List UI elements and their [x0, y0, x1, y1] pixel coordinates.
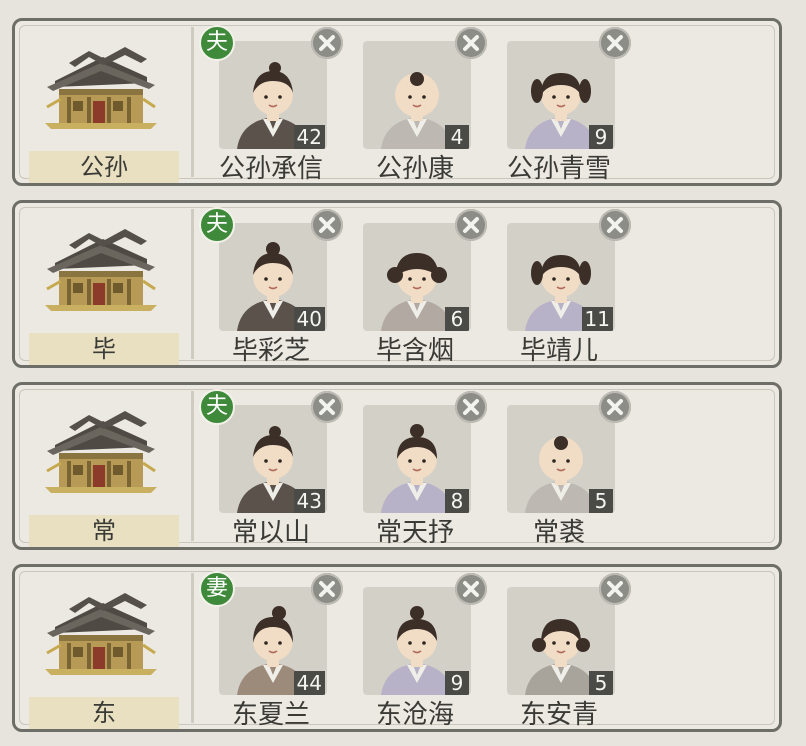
member-name: 毕彩芝 — [231, 336, 310, 366]
panel-divider — [191, 573, 194, 723]
remove-member-button[interactable] — [599, 27, 631, 59]
age-badge: 4 — [445, 125, 469, 149]
age-badge: 5 — [589, 671, 613, 695]
member-card[interactable]: 9 东沧海 — [345, 567, 487, 735]
close-icon — [311, 209, 343, 241]
member-name: 东沧海 — [375, 700, 454, 730]
spouse-role-badge: 夫 — [199, 389, 235, 425]
member-name: 常天抒 — [375, 518, 454, 548]
surname-plate: 毕 — [29, 333, 179, 365]
member-card[interactable]: 5 常裘 — [489, 385, 631, 553]
member-name: 东夏兰 — [231, 700, 310, 730]
member-card[interactable]: 9 公孙青雪 — [489, 21, 631, 189]
member-name: 毕含烟 — [375, 336, 454, 366]
age-badge: 9 — [589, 125, 613, 149]
remove-member-button[interactable] — [311, 27, 343, 59]
family-list: 公孙 42 公孙承信夫 4 公孙康 9 公孙青雪 毕 40 毕彩芝 夫 6 毕含… — [0, 0, 806, 746]
member-name: 公孙承信 — [218, 154, 323, 184]
spouse-role-badge: 夫 — [199, 207, 235, 243]
member-name: 毕靖儿 — [519, 336, 598, 366]
member-name: 东安青 — [519, 700, 598, 730]
close-icon — [311, 391, 343, 423]
remove-member-button[interactable] — [311, 391, 343, 423]
close-icon — [599, 209, 631, 241]
close-icon — [455, 391, 487, 423]
close-icon — [599, 27, 631, 59]
wooden-house-icon — [43, 37, 159, 133]
age-badge: 11 — [581, 307, 613, 331]
member-card[interactable]: 6 毕含烟 — [345, 203, 487, 371]
member-card[interactable]: 42 公孙承信 夫 — [199, 21, 343, 189]
member-card[interactable]: 11 毕靖儿 — [489, 203, 631, 371]
surname-plate: 公孙 — [29, 151, 179, 183]
spouse-role-badge: 夫 — [199, 25, 235, 61]
remove-member-button[interactable] — [455, 27, 487, 59]
close-icon — [311, 27, 343, 59]
age-badge: 40 — [293, 307, 325, 331]
close-icon — [311, 573, 343, 605]
family-panel: 公孙 42 公孙承信 夫 4 公孙康 9 公孙青雪 — [12, 18, 782, 186]
panel-divider — [191, 209, 194, 359]
surname-plate: 东 — [29, 697, 179, 729]
age-badge: 9 — [445, 671, 469, 695]
age-badge: 42 — [293, 125, 325, 149]
member-card[interactable]: 4 公孙康 — [345, 21, 487, 189]
age-badge: 6 — [445, 307, 469, 331]
surname-plate: 常 — [29, 515, 179, 547]
wooden-house-icon — [43, 219, 159, 315]
close-icon — [455, 573, 487, 605]
spouse-role-badge: 妻 — [199, 571, 235, 607]
member-card[interactable]: 43 常以山 夫 — [199, 385, 343, 553]
member-name: 公孙康 — [375, 154, 454, 184]
member-name: 公孙青雪 — [506, 154, 611, 184]
remove-member-button[interactable] — [599, 573, 631, 605]
wooden-house-icon — [43, 583, 159, 679]
remove-member-button[interactable] — [311, 209, 343, 241]
remove-member-button[interactable] — [599, 391, 631, 423]
member-card[interactable]: 44 东夏兰 妻 — [199, 567, 343, 735]
family-panel: 毕 40 毕彩芝 夫 6 毕含烟 11 毕靖儿 — [12, 200, 782, 368]
remove-member-button[interactable] — [599, 209, 631, 241]
close-icon — [455, 27, 487, 59]
close-icon — [599, 391, 631, 423]
member-card[interactable]: 40 毕彩芝 夫 — [199, 203, 343, 371]
age-badge: 43 — [293, 489, 325, 513]
wooden-house-icon — [43, 401, 159, 497]
age-badge: 8 — [445, 489, 469, 513]
age-badge: 5 — [589, 489, 613, 513]
family-panel: 东 44 东夏兰 妻 9 东沧海 5 东安青 — [12, 564, 782, 732]
close-icon — [455, 209, 487, 241]
member-card[interactable]: 5 东安青 — [489, 567, 631, 735]
panel-divider — [191, 391, 194, 541]
remove-member-button[interactable] — [455, 391, 487, 423]
member-name: 常裘 — [532, 518, 585, 548]
member-name: 常以山 — [231, 518, 310, 548]
remove-member-button[interactable] — [455, 573, 487, 605]
age-badge: 44 — [293, 671, 325, 695]
panel-divider — [191, 27, 194, 177]
close-icon — [599, 573, 631, 605]
family-panel: 常 43 常以山 夫 8 常天抒 5 常裘 — [12, 382, 782, 550]
remove-member-button[interactable] — [311, 573, 343, 605]
remove-member-button[interactable] — [455, 209, 487, 241]
member-card[interactable]: 8 常天抒 — [345, 385, 487, 553]
